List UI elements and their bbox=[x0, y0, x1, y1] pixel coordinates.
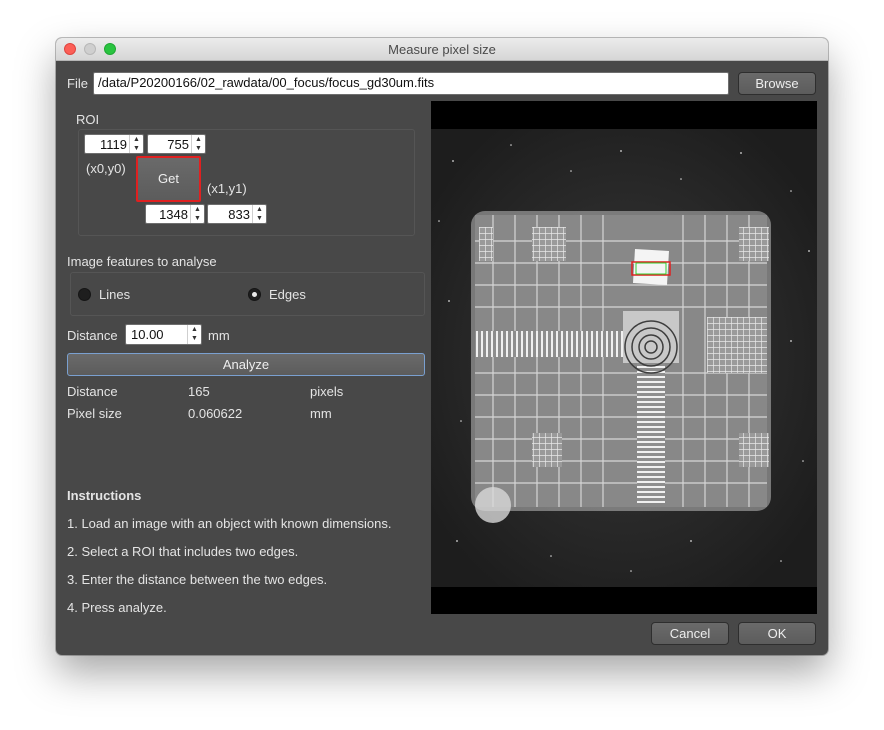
siemens-star-frame bbox=[623, 311, 679, 363]
bright-marker bbox=[633, 249, 669, 285]
line-pair-bars bbox=[475, 331, 623, 357]
spin-arrows-icon[interactable]: ▲ ▼ bbox=[129, 135, 143, 153]
result-pixel-size-name: Pixel size bbox=[67, 406, 122, 421]
instructions-title: Instructions bbox=[67, 488, 142, 503]
result-distance-name: Distance bbox=[67, 384, 118, 399]
file-label: File bbox=[67, 76, 88, 91]
result-pixel-size-unit: mm bbox=[310, 406, 332, 421]
roi-label: ROI bbox=[76, 112, 100, 127]
roi-x1-spinbox[interactable]: 1348 ▲ ▼ bbox=[145, 204, 205, 224]
features-label: Image features to analyse bbox=[67, 254, 217, 269]
mesh-pattern bbox=[739, 433, 769, 467]
x1y1-label: (x1,y1) bbox=[207, 181, 247, 196]
radiograph-image bbox=[431, 101, 817, 614]
distance-label: Distance bbox=[67, 328, 118, 343]
roi-x1-value: 1348 bbox=[159, 207, 188, 222]
roi-y0-value: 755 bbox=[167, 137, 189, 152]
result-distance-value: 165 bbox=[188, 384, 210, 399]
x0y0-label: (x0,y0) bbox=[86, 161, 126, 176]
mesh-pattern bbox=[707, 317, 767, 373]
distance-unit: mm bbox=[208, 328, 230, 343]
edges-radio[interactable]: Edges bbox=[248, 286, 368, 304]
mesh-pattern bbox=[739, 227, 769, 261]
lines-radio[interactable]: Lines bbox=[78, 286, 198, 304]
lines-radio-label: Lines bbox=[99, 287, 131, 302]
roi-y0-spinbox[interactable]: 755 ▲ ▼ bbox=[147, 134, 206, 154]
spin-arrows-icon[interactable]: ▲ ▼ bbox=[191, 135, 205, 153]
spin-arrows-icon[interactable]: ▲ ▼ bbox=[190, 205, 204, 223]
result-pixel-size-value: 0.060622 bbox=[188, 406, 243, 421]
mesh-pattern bbox=[532, 227, 566, 261]
radio-checked-icon[interactable] bbox=[248, 288, 261, 301]
measure-pixel-size-dialog: Measure pixel size File /data/P20200166/… bbox=[56, 38, 828, 655]
roi-y1-spinbox[interactable]: 833 ▲ ▼ bbox=[207, 204, 267, 224]
distance-spinbox[interactable]: 10.00 ▲ ▼ bbox=[125, 324, 202, 345]
instruction-step: 4. Press analyze. bbox=[67, 600, 167, 615]
radio-unchecked-icon[interactable] bbox=[78, 288, 91, 301]
corner-star bbox=[475, 487, 511, 523]
spin-arrows-icon[interactable]: ▲ ▼ bbox=[252, 205, 266, 223]
cancel-button[interactable]: Cancel bbox=[651, 622, 729, 645]
get-roi-button[interactable]: Get bbox=[136, 156, 201, 202]
roi-y1-value: 833 bbox=[228, 207, 250, 222]
roi-x0-value: 1119 bbox=[100, 137, 127, 152]
spin-arrows-icon[interactable]: ▲ ▼ bbox=[187, 325, 201, 344]
browse-button[interactable]: Browse bbox=[738, 72, 816, 95]
edges-radio-label: Edges bbox=[269, 287, 306, 302]
file-path-input[interactable]: /data/P20200166/02_rawdata/00_focus/focu… bbox=[93, 72, 729, 95]
analyze-button[interactable]: Analyze bbox=[67, 353, 425, 376]
roi-x0-spinbox[interactable]: 1119 ▲ ▼ bbox=[84, 134, 144, 154]
instruction-step: 3. Enter the distance between the two ed… bbox=[67, 572, 328, 587]
mesh-pattern bbox=[532, 433, 562, 467]
mesh-pattern bbox=[479, 227, 493, 261]
distance-value: 10.00 bbox=[131, 327, 164, 342]
result-distance-unit: pixels bbox=[310, 384, 344, 399]
instruction-step: 2. Select a ROI that includes two edges. bbox=[67, 544, 299, 559]
window-title: Measure pixel size bbox=[388, 42, 496, 57]
title-bar[interactable]: Measure pixel size bbox=[56, 38, 828, 61]
instruction-step: 1. Load an image with an object with kno… bbox=[67, 516, 392, 531]
ok-button[interactable]: OK bbox=[738, 622, 816, 645]
line-pair-bars bbox=[637, 363, 665, 503]
image-viewer[interactable] bbox=[431, 101, 817, 614]
